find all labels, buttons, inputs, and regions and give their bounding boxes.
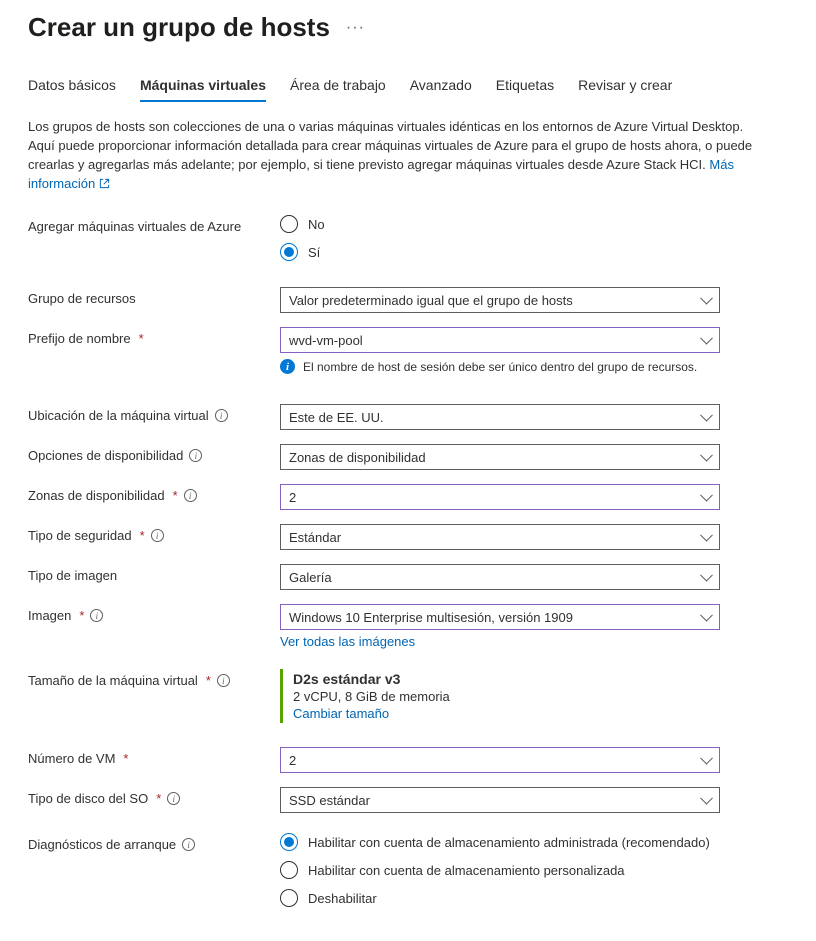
vm-size-specs: 2 vCPU, 8 GiB de memoria	[293, 689, 720, 704]
select-security-type[interactable]: Estándar	[280, 524, 720, 550]
label-vm-location: Ubicación de la máquina virtual i	[28, 404, 280, 423]
radio-boot-diag-disable[interactable]: Deshabilitar	[280, 889, 720, 907]
radio-add-vms-yes[interactable]: Sí	[280, 243, 720, 261]
radio-add-vms-no[interactable]: No	[280, 215, 720, 233]
row-vm-count: Número de VM* 2	[28, 747, 788, 773]
label-availability-zones: Zonas de disponibilidad* i	[28, 484, 280, 503]
radio-label: Habilitar con cuenta de almacenamiento a…	[308, 835, 710, 850]
input-name-prefix[interactable]: wvd-vm-pool	[280, 327, 720, 353]
select-image[interactable]: Windows 10 Enterprise multisesión, versi…	[280, 604, 720, 630]
more-options-icon[interactable]: ···	[346, 19, 365, 37]
tab-review-create[interactable]: Revisar y crear	[578, 71, 672, 101]
tooltip-icon[interactable]: i	[182, 838, 195, 851]
radio-boot-diag-custom[interactable]: Habilitar con cuenta de almacenamiento p…	[280, 861, 720, 879]
radio-label: Deshabilitar	[308, 891, 377, 906]
tab-virtual-machines[interactable]: Máquinas virtuales	[140, 71, 266, 101]
info-icon: i	[280, 359, 295, 374]
name-prefix-note: i El nombre de host de sesión debe ser ú…	[280, 359, 720, 374]
change-size-link[interactable]: Cambiar tamaño	[293, 706, 389, 721]
radio-icon	[280, 889, 298, 907]
row-security-type: Tipo de seguridad* i Estándar	[28, 524, 788, 550]
row-os-disk-type: Tipo de disco del SO* i SSD estándar	[28, 787, 788, 813]
radio-label: Habilitar con cuenta de almacenamiento p…	[308, 863, 625, 878]
radio-icon	[280, 243, 298, 261]
row-add-azure-vms: Agregar máquinas virtuales de Azure No S…	[28, 215, 788, 261]
tab-basics[interactable]: Datos básicos	[28, 71, 116, 101]
tooltip-icon[interactable]: i	[217, 674, 230, 687]
label-boot-diagnostics: Diagnósticos de arranque i	[28, 833, 280, 852]
label-availability-options: Opciones de disponibilidad i	[28, 444, 280, 463]
tab-advanced[interactable]: Avanzado	[410, 71, 472, 101]
vm-size-summary: D2s estándar v3 2 vCPU, 8 GiB de memoria…	[280, 669, 720, 723]
label-resource-group: Grupo de recursos	[28, 287, 280, 306]
row-name-prefix: Prefijo de nombre* wvd-vm-pool i El nomb…	[28, 327, 788, 374]
page-title: Crear un grupo de hosts	[28, 12, 330, 43]
tooltip-icon[interactable]: i	[189, 449, 202, 462]
label-vm-count: Número de VM*	[28, 747, 280, 766]
tooltip-icon[interactable]: i	[90, 609, 103, 622]
page-header: Crear un grupo de hosts ···	[28, 12, 788, 43]
tooltip-icon[interactable]: i	[215, 409, 228, 422]
see-all-images-link[interactable]: Ver todas las imágenes	[280, 634, 415, 649]
tooltip-icon[interactable]: i	[184, 489, 197, 502]
radio-label-no: No	[308, 217, 325, 232]
tab-bar: Datos básicos Máquinas virtuales Área de…	[28, 71, 788, 102]
select-vm-location[interactable]: Este de EE. UU.	[280, 404, 720, 430]
radio-boot-diag-managed[interactable]: Habilitar con cuenta de almacenamiento a…	[280, 833, 720, 851]
label-name-prefix: Prefijo de nombre*	[28, 327, 280, 346]
label-image-type: Tipo de imagen	[28, 564, 280, 583]
select-image-type[interactable]: Galería	[280, 564, 720, 590]
label-image: Imagen* i	[28, 604, 280, 623]
radio-group-add-vms: No Sí	[280, 215, 720, 261]
radio-group-boot-diag: Habilitar con cuenta de almacenamiento a…	[280, 833, 720, 907]
radio-icon	[280, 215, 298, 233]
row-image-type: Tipo de imagen Galería	[28, 564, 788, 590]
select-availability-options[interactable]: Zonas de disponibilidad	[280, 444, 720, 470]
input-vm-count[interactable]: 2	[280, 747, 720, 773]
vm-size-name: D2s estándar v3	[293, 671, 720, 687]
row-availability-options: Opciones de disponibilidad i Zonas de di…	[28, 444, 788, 470]
tab-description: Los grupos de hosts son colecciones de u…	[28, 118, 768, 193]
radio-icon	[280, 861, 298, 879]
select-availability-zones[interactable]: 2	[280, 484, 720, 510]
tab-tags[interactable]: Etiquetas	[496, 71, 554, 101]
select-os-disk-type[interactable]: SSD estándar	[280, 787, 720, 813]
label-os-disk-type: Tipo de disco del SO* i	[28, 787, 280, 806]
radio-label-yes: Sí	[308, 245, 320, 260]
label-add-azure-vms: Agregar máquinas virtuales de Azure	[28, 215, 280, 234]
row-availability-zones: Zonas de disponibilidad* i 2	[28, 484, 788, 510]
tooltip-icon[interactable]: i	[151, 529, 164, 542]
tab-workspace[interactable]: Área de trabajo	[290, 71, 386, 101]
tooltip-icon[interactable]: i	[167, 792, 180, 805]
description-text: Los grupos de hosts son colecciones de u…	[28, 119, 752, 172]
external-link-icon	[99, 176, 110, 195]
row-vm-size: Tamaño de la máquina virtual* i D2s está…	[28, 669, 788, 723]
label-security-type: Tipo de seguridad* i	[28, 524, 280, 543]
label-vm-size: Tamaño de la máquina virtual* i	[28, 669, 280, 688]
row-vm-location: Ubicación de la máquina virtual i Este d…	[28, 404, 788, 430]
row-image: Imagen* i Windows 10 Enterprise multises…	[28, 604, 788, 649]
radio-icon	[280, 833, 298, 851]
row-boot-diagnostics: Diagnósticos de arranque i Habilitar con…	[28, 833, 788, 907]
select-resource-group[interactable]: Valor predeterminado igual que el grupo …	[280, 287, 720, 313]
row-resource-group: Grupo de recursos Valor predeterminado i…	[28, 287, 788, 313]
